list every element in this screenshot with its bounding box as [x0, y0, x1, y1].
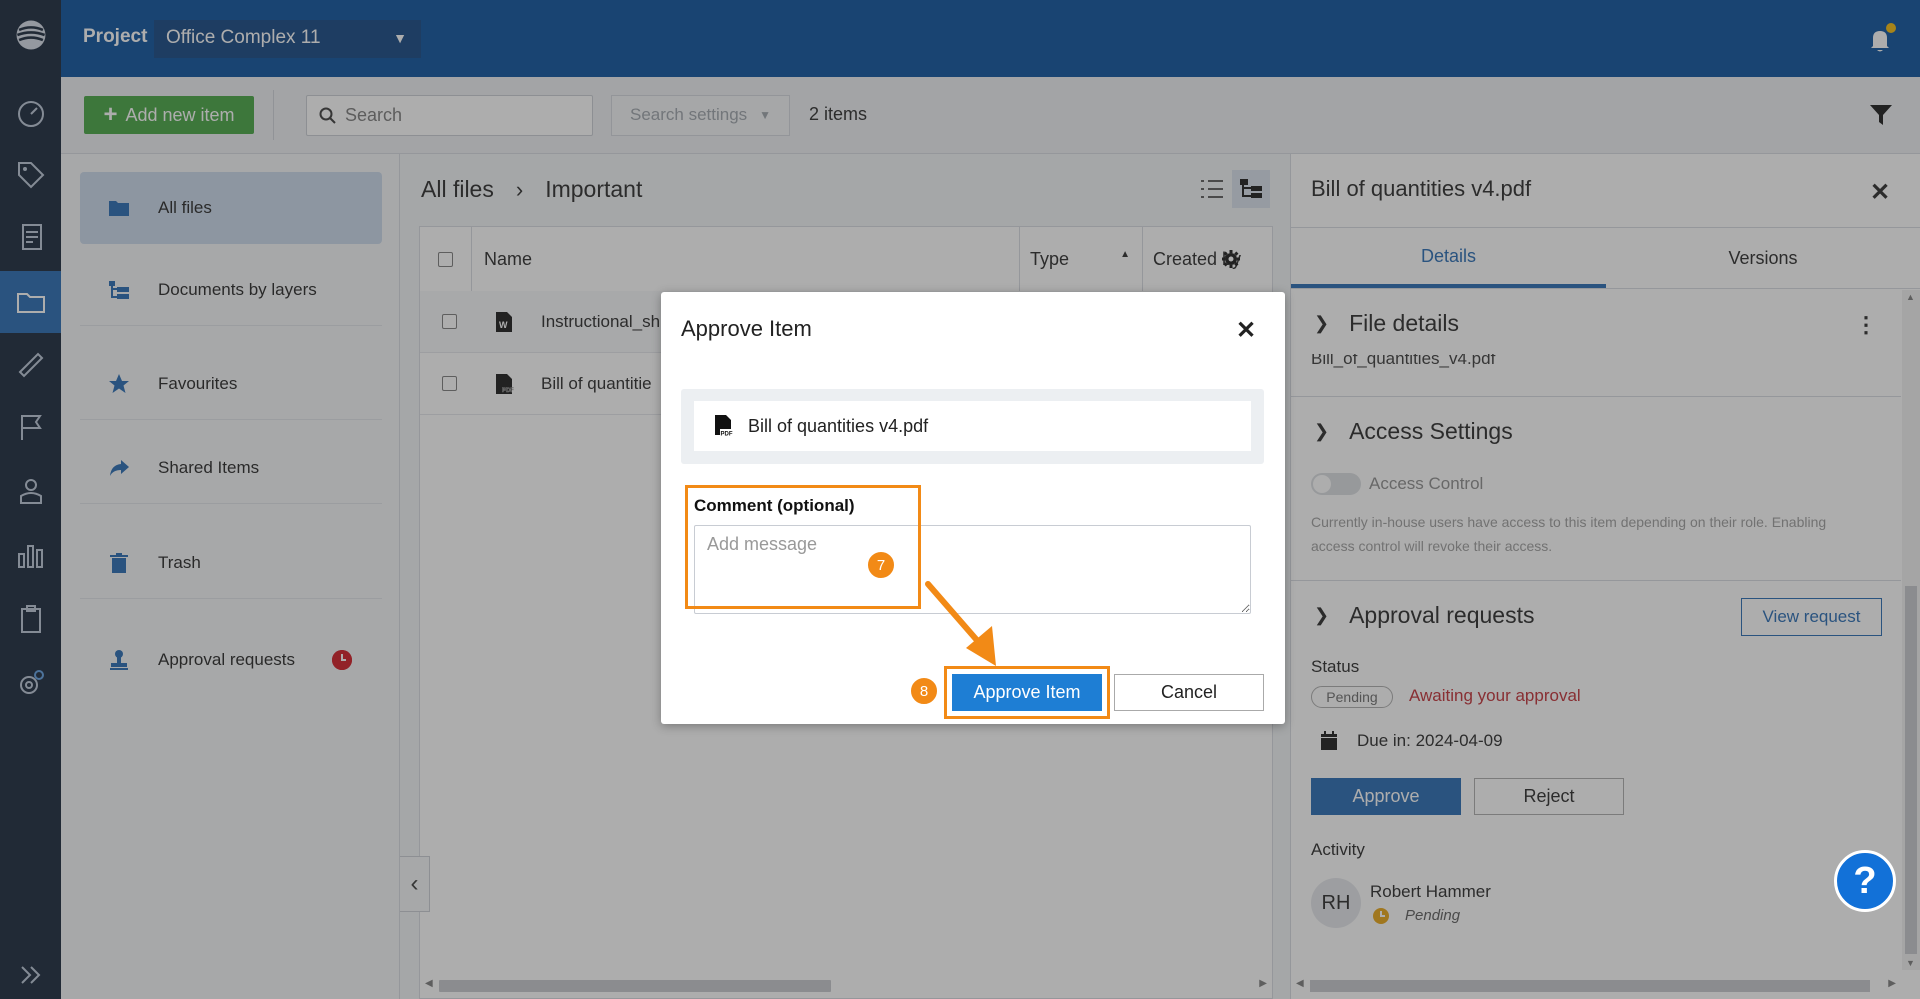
- dialog-title: Approve Item: [681, 316, 812, 341]
- comment-highlight: [685, 485, 921, 609]
- arrow-icon: [925, 581, 996, 666]
- step-badge-7: 7: [866, 550, 896, 580]
- cancel-button[interactable]: Cancel: [1114, 674, 1264, 711]
- approve-highlight: [944, 666, 1110, 719]
- selected-file: PDF Bill of quantities v4.pdf: [694, 401, 1251, 451]
- step-badge-8: 8: [909, 676, 939, 706]
- selected-file-name: Bill of quantities v4.pdf: [748, 415, 929, 436]
- close-icon[interactable]: ✕: [1236, 316, 1256, 345]
- help-button[interactable]: ?: [1834, 850, 1896, 912]
- pdf-file-icon: PDF: [715, 415, 733, 438]
- svg-text:PDF: PDF: [721, 432, 733, 438]
